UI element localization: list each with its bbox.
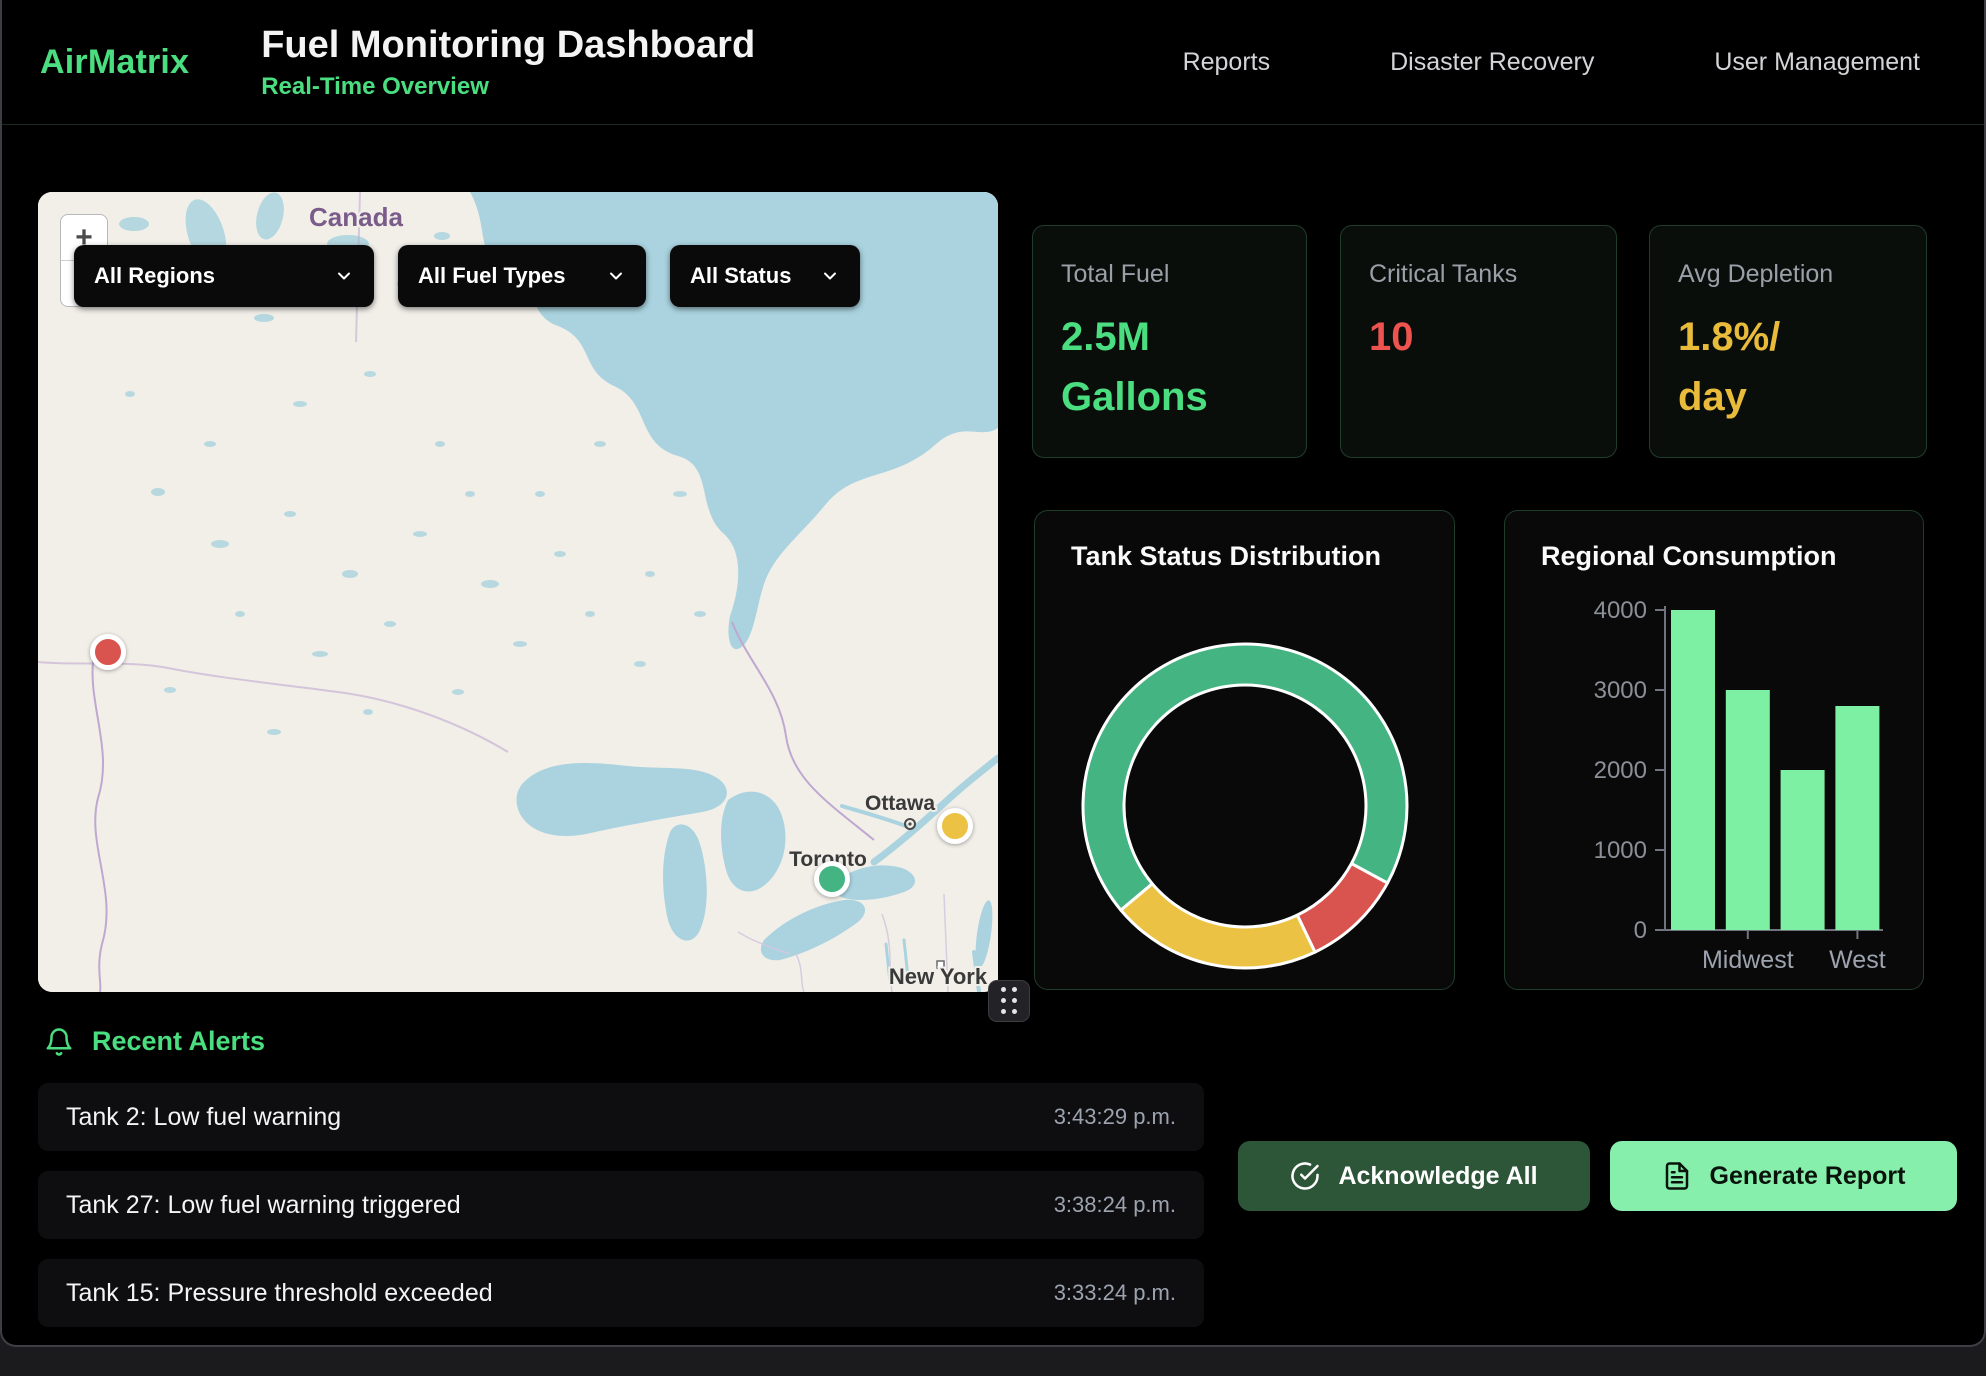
app-header: AirMatrix Fuel Monitoring Dashboard Real…	[2, 0, 1984, 125]
chart-title: Regional Consumption	[1541, 541, 1923, 572]
stat-label: Critical Tanks	[1369, 260, 1588, 289]
map-label-ottawa: Ottawa	[865, 792, 935, 815]
file-text-icon	[1662, 1161, 1692, 1191]
stat-label: Total Fuel	[1061, 260, 1278, 289]
donut-segment-warning	[1121, 884, 1315, 968]
generate-report-button[interactable]: Generate Report	[1610, 1141, 1957, 1211]
alert-time: 3:43:29 p.m.	[1054, 1104, 1176, 1130]
map-label-newyork: New York	[889, 964, 988, 989]
fuel-type-filter-value: All Fuel Types	[418, 263, 566, 289]
svg-text:0: 0	[1634, 917, 1647, 944]
svg-text:2000: 2000	[1594, 757, 1647, 784]
status-filter-dropdown[interactable]: All Status	[670, 245, 860, 307]
stat-value: 1.8%/ day	[1678, 307, 1898, 427]
bar-region-1	[1671, 610, 1715, 930]
bell-icon	[44, 1027, 74, 1057]
brand-logo: AirMatrix	[40, 43, 189, 82]
map-label-country: Canada	[309, 202, 403, 232]
basemap: Canada Ottawa Toronto New York	[38, 192, 998, 992]
donut-segment-critical	[1297, 864, 1387, 953]
tank-status-donut-chart	[1035, 574, 1456, 984]
svg-text:Midwest: Midwest	[1702, 946, 1794, 974]
nav-item-user-management[interactable]: User Management	[1714, 48, 1920, 77]
regional-consumption-chart-card: Regional Consumption 0 1000 2000 3000 4000 Mi…	[1504, 510, 1924, 990]
map-filters: All Regions All Fuel Types All Status	[74, 245, 860, 307]
tank-status-chart-card: Tank Status Distribution	[1034, 510, 1455, 990]
stat-label: Avg Depletion	[1678, 260, 1898, 289]
svg-text:West: West	[1829, 946, 1886, 974]
dashboard-window: AirMatrix Fuel Monitoring Dashboard Real…	[0, 0, 1986, 1347]
map-marker-critical[interactable]	[90, 634, 126, 670]
status-filter-value: All Status	[690, 263, 791, 289]
bar-midwest	[1726, 690, 1770, 930]
alerts-title: Recent Alerts	[92, 1026, 265, 1057]
main-nav: Reports Disaster Recovery User Managemen…	[1183, 48, 1984, 77]
fuel-map[interactable]: Canada Ottawa Toronto New York + − All R…	[38, 192, 998, 992]
bar-region-3	[1781, 770, 1825, 930]
chevron-down-icon	[606, 266, 626, 286]
alert-time: 3:38:24 p.m.	[1054, 1192, 1176, 1218]
check-circle-icon	[1290, 1161, 1320, 1191]
svg-text:3000: 3000	[1594, 677, 1647, 704]
title-block: Fuel Monitoring Dashboard Real-Time Over…	[261, 24, 755, 101]
acknowledge-all-label: Acknowledge All	[1338, 1162, 1537, 1191]
chart-title: Tank Status Distribution	[1071, 541, 1454, 572]
alert-message: Tank 15: Pressure threshold exceeded	[66, 1279, 493, 1308]
chevron-down-icon	[334, 266, 354, 286]
alert-row[interactable]: Tank 27: Low fuel warning triggered 3:38…	[38, 1171, 1204, 1239]
acknowledge-all-button[interactable]: Acknowledge All	[1238, 1141, 1590, 1211]
region-filter-dropdown[interactable]: All Regions	[74, 245, 374, 307]
alert-message: Tank 2: Low fuel warning	[66, 1103, 341, 1132]
regional-consumption-bar-chart: 0 1000 2000 3000 4000 Midwest West	[1505, 572, 1925, 992]
stat-card-total-fuel: Total Fuel 2.5M Gallons	[1032, 225, 1307, 458]
alerts-header: Recent Alerts	[44, 1026, 265, 1057]
stat-card-critical-tanks: Critical Tanks 10	[1340, 225, 1617, 458]
alert-time: 3:33:24 p.m.	[1054, 1280, 1176, 1306]
alert-row[interactable]: Tank 2: Low fuel warning 3:43:29 p.m.	[38, 1083, 1204, 1151]
alert-row[interactable]: Tank 15: Pressure threshold exceeded 3:3…	[38, 1259, 1204, 1327]
svg-text:1000: 1000	[1594, 837, 1647, 864]
map-resize-handle-icon[interactable]	[988, 980, 1030, 1022]
chevron-down-icon	[820, 266, 840, 286]
alert-message: Tank 27: Low fuel warning triggered	[66, 1191, 461, 1220]
map-marker-warning[interactable]	[937, 808, 973, 844]
stat-value: 10	[1369, 307, 1588, 367]
nav-item-reports[interactable]: Reports	[1183, 48, 1271, 77]
nav-item-disaster-recovery[interactable]: Disaster Recovery	[1390, 48, 1594, 77]
svg-text:4000: 4000	[1594, 597, 1647, 624]
stat-card-avg-depletion: Avg Depletion 1.8%/ day	[1649, 225, 1927, 458]
map-marker-normal[interactable]	[814, 861, 850, 897]
region-filter-value: All Regions	[94, 263, 215, 289]
generate-report-label: Generate Report	[1710, 1162, 1906, 1191]
page-title: Fuel Monitoring Dashboard	[261, 24, 755, 67]
fuel-type-filter-dropdown[interactable]: All Fuel Types	[398, 245, 646, 307]
page-subtitle: Real-Time Overview	[261, 73, 755, 101]
bar-west	[1835, 706, 1879, 930]
stat-value: 2.5M Gallons	[1061, 307, 1278, 427]
